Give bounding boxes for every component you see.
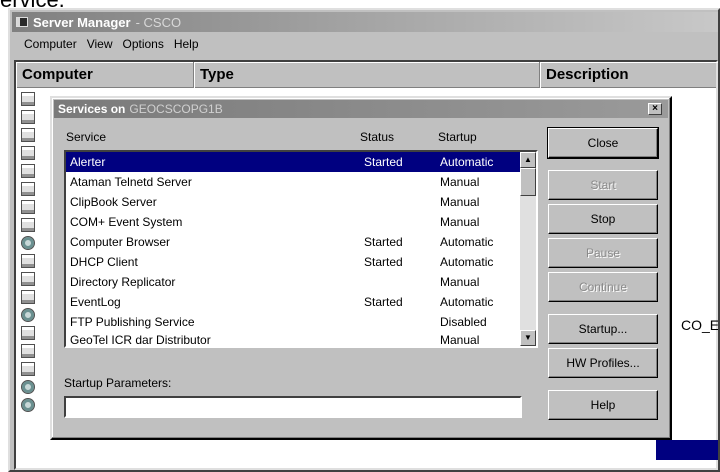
service-status: Started bbox=[364, 155, 403, 169]
close-icon[interactable]: × bbox=[648, 103, 662, 115]
service-startup: Automatic bbox=[440, 295, 494, 309]
service-startup: Automatic bbox=[440, 235, 494, 249]
computer-icon-column bbox=[18, 92, 38, 416]
computer-icon bbox=[21, 164, 35, 178]
services-dialog-titlebar[interactable]: Services on GEOCSCOPG1B × bbox=[54, 100, 668, 118]
computer-icon bbox=[21, 344, 35, 358]
service-startup: Automatic bbox=[440, 255, 494, 269]
menu-help[interactable]: Help bbox=[174, 37, 199, 51]
service-name: GeoTel ICR dar Distributor bbox=[70, 333, 211, 347]
computer-list-headers: Computer Type Description bbox=[16, 62, 716, 88]
service-row[interactable]: DHCP Client Started Automatic bbox=[66, 252, 520, 272]
continue-button[interactable]: Continue bbox=[548, 272, 658, 302]
service-row[interactable]: FTP Publishing Service Disabled bbox=[66, 312, 520, 332]
service-name: FTP Publishing Service bbox=[70, 315, 195, 329]
service-status: Started bbox=[364, 235, 403, 249]
service-row[interactable]: Ataman Telnetd Server Manual bbox=[66, 172, 520, 192]
service-row[interactable]: COM+ Event System Manual bbox=[66, 212, 520, 232]
network-computer-icon bbox=[21, 380, 35, 394]
network-computer-icon bbox=[21, 236, 35, 250]
computer-icon bbox=[21, 200, 35, 214]
network-computer-icon bbox=[21, 308, 35, 322]
help-button[interactable]: Help bbox=[548, 390, 658, 420]
computer-icon bbox=[21, 110, 35, 124]
service-name: Computer Browser bbox=[70, 235, 171, 249]
computer-icon bbox=[21, 326, 35, 340]
computer-icon bbox=[21, 182, 35, 196]
service-name: ClipBook Server bbox=[70, 195, 157, 209]
background-description-fragment: CO_EN bbox=[681, 317, 720, 333]
computer-icon bbox=[21, 218, 35, 232]
scroll-up-arrow-icon[interactable]: ▲ bbox=[520, 152, 536, 168]
menu-view[interactable]: View bbox=[87, 37, 113, 51]
service-row[interactable]: GeoTel ICR dar Distributor Manual bbox=[66, 330, 520, 347]
hw-profiles-button[interactable]: HW Profiles... bbox=[548, 348, 658, 378]
service-row[interactable]: ClipBook Server Manual bbox=[66, 192, 520, 212]
column-computer[interactable]: Computer bbox=[16, 62, 194, 88]
network-computer-icon bbox=[21, 398, 35, 412]
service-row[interactable]: Alerter Started Automatic bbox=[66, 152, 520, 172]
service-startup: Manual bbox=[440, 175, 480, 189]
service-row[interactable]: Directory Replicator Manual bbox=[66, 272, 520, 292]
computer-icon bbox=[21, 254, 35, 268]
server-manager-title-suffix: - CSCO bbox=[135, 14, 182, 30]
startup-parameters-input[interactable] bbox=[64, 396, 522, 418]
service-name: Alerter bbox=[70, 155, 106, 169]
service-startup: Automatic bbox=[440, 155, 494, 169]
computer-icon bbox=[21, 92, 35, 106]
computer-icon bbox=[21, 272, 35, 286]
services-dialog: Services on GEOCSCOPG1B × Service Status… bbox=[50, 96, 672, 440]
scroll-down-arrow-icon[interactable]: ▼ bbox=[520, 330, 536, 346]
service-name: EventLog bbox=[70, 295, 121, 309]
service-row[interactable]: EventLog Started Automatic bbox=[66, 292, 520, 312]
server-manager-titlebar[interactable]: Server Manager - CSCO bbox=[12, 12, 718, 32]
computer-icon bbox=[21, 146, 35, 160]
service-startup: Manual bbox=[440, 215, 480, 229]
service-status: Started bbox=[364, 295, 403, 309]
menu-options[interactable]: Options bbox=[122, 37, 163, 51]
scrollbar-thumb[interactable] bbox=[520, 168, 536, 196]
close-button[interactable]: Close bbox=[547, 127, 659, 159]
services-column-startup: Startup bbox=[438, 130, 477, 144]
service-startup: Manual bbox=[440, 275, 480, 289]
server-manager-icon bbox=[16, 17, 28, 27]
service-startup: Manual bbox=[440, 333, 480, 347]
services-scrollbar[interactable]: ▲ ▼ bbox=[520, 152, 536, 346]
background-selected-row bbox=[656, 440, 718, 460]
services-column-status: Status bbox=[360, 130, 395, 144]
services-list[interactable]: Alerter Started Automatic Ataman Telnetd… bbox=[64, 150, 538, 348]
service-startup: Disabled bbox=[440, 315, 487, 329]
service-name: Directory Replicator bbox=[70, 275, 176, 289]
service-name: Ataman Telnetd Server bbox=[70, 175, 192, 189]
startup-button[interactable]: Startup... bbox=[548, 314, 658, 344]
startup-parameters-label: Startup Parameters: bbox=[64, 376, 172, 390]
computer-icon bbox=[21, 290, 35, 304]
column-type[interactable]: Type bbox=[194, 62, 540, 88]
menu-bar: Computer View Options Help bbox=[12, 34, 718, 54]
services-dialog-title: Services on bbox=[58, 102, 126, 116]
service-row[interactable]: Computer Browser Started Automatic bbox=[66, 232, 520, 252]
services-dialog-host: GEOCSCOPG1B bbox=[129, 102, 223, 116]
services-column-service: Service bbox=[66, 130, 107, 144]
service-name: COM+ Event System bbox=[70, 215, 183, 229]
service-status: Started bbox=[364, 255, 403, 269]
computer-icon bbox=[21, 128, 35, 142]
server-manager-title: Server Manager bbox=[33, 14, 131, 30]
menu-computer[interactable]: Computer bbox=[24, 37, 77, 51]
service-name: DHCP Client bbox=[70, 255, 138, 269]
stop-button[interactable]: Stop bbox=[548, 204, 658, 234]
pause-button[interactable]: Pause bbox=[548, 238, 658, 268]
computer-icon bbox=[21, 362, 35, 376]
column-description[interactable]: Description bbox=[540, 62, 718, 88]
start-button[interactable]: Start bbox=[548, 170, 658, 200]
service-startup: Manual bbox=[440, 195, 480, 209]
